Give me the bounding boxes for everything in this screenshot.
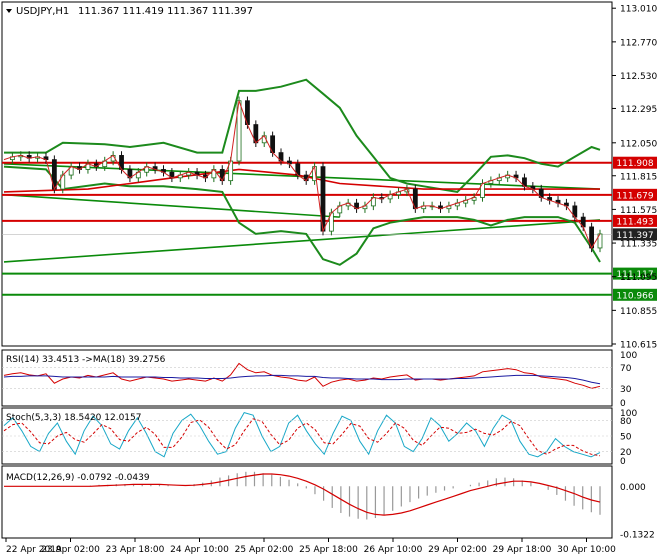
price-level-label: 111.679 — [616, 191, 653, 201]
macd-axis-label: -0.1322 — [620, 531, 655, 541]
rsi-axis-label: 100 — [620, 351, 637, 361]
price-axis-label: 110.855 — [620, 307, 657, 317]
price-level-label: 111.493 — [616, 217, 653, 227]
price-level-label: 110.966 — [616, 291, 653, 301]
price-level-label: 111.908 — [616, 159, 653, 169]
time-axis-label: 29 Apr 02:00 — [428, 545, 487, 555]
rsi-axis-label: 70 — [620, 364, 632, 374]
ohlc-readout: 111.367 111.419 111.367 111.397 — [78, 6, 253, 17]
rsi-axis-label: 30 — [620, 385, 632, 395]
price-axis-label: 112.530 — [620, 72, 657, 82]
macd-title: MACD(12,26,9) -0.0792 -0.0439 — [6, 473, 150, 483]
price-axis-label: 110.615 — [620, 341, 657, 351]
price-axis-label: 112.770 — [620, 38, 657, 48]
symbol-title: USDJPY,H1 — [16, 6, 69, 17]
stoch-axis-label: 0 — [620, 457, 626, 467]
price-axis-label: 112.050 — [620, 139, 657, 149]
macd-axis-label: 0.000 — [620, 483, 646, 493]
time-axis-label: 29 Apr 18:00 — [493, 545, 552, 555]
stoch-title: Stoch(5,3,3) 18.5420 12.0157 — [6, 413, 141, 423]
rsi-axis-label: 0 — [620, 399, 626, 409]
price-axis-label: 112.295 — [620, 105, 657, 115]
price-axis-label: 111.575 — [620, 206, 657, 216]
rsi-title: RSI(14) 33.4513 ->MA(18) 39.2756 — [6, 355, 166, 365]
price-axis-label: 113.010 — [620, 5, 657, 15]
time-axis-label: 25 Apr 18:00 — [299, 545, 358, 555]
time-axis-label: 23 Apr 18:00 — [106, 545, 165, 555]
time-axis-label: 23 Apr 02:00 — [41, 545, 100, 555]
time-axis-label: 24 Apr 10:00 — [170, 545, 229, 555]
chart-window: 111.908111.679111.493111.397111.117110.9… — [1, 1, 657, 555]
stoch-axis-label: 80 — [620, 417, 632, 427]
stoch-axis-label: 50 — [620, 433, 632, 443]
price-axis-label: 111.095 — [620, 273, 657, 283]
time-axis-label: 25 Apr 02:00 — [235, 545, 294, 555]
time-axis-label: 26 Apr 10:00 — [364, 545, 423, 555]
price-axis-label: 111.335 — [620, 240, 657, 250]
time-axis-label: 30 Apr 10:00 — [557, 545, 616, 555]
chart-header: USDJPY,H1 111.367 111.419 111.367 111.39… — [6, 6, 253, 17]
price-axis-label: 111.815 — [620, 172, 657, 182]
